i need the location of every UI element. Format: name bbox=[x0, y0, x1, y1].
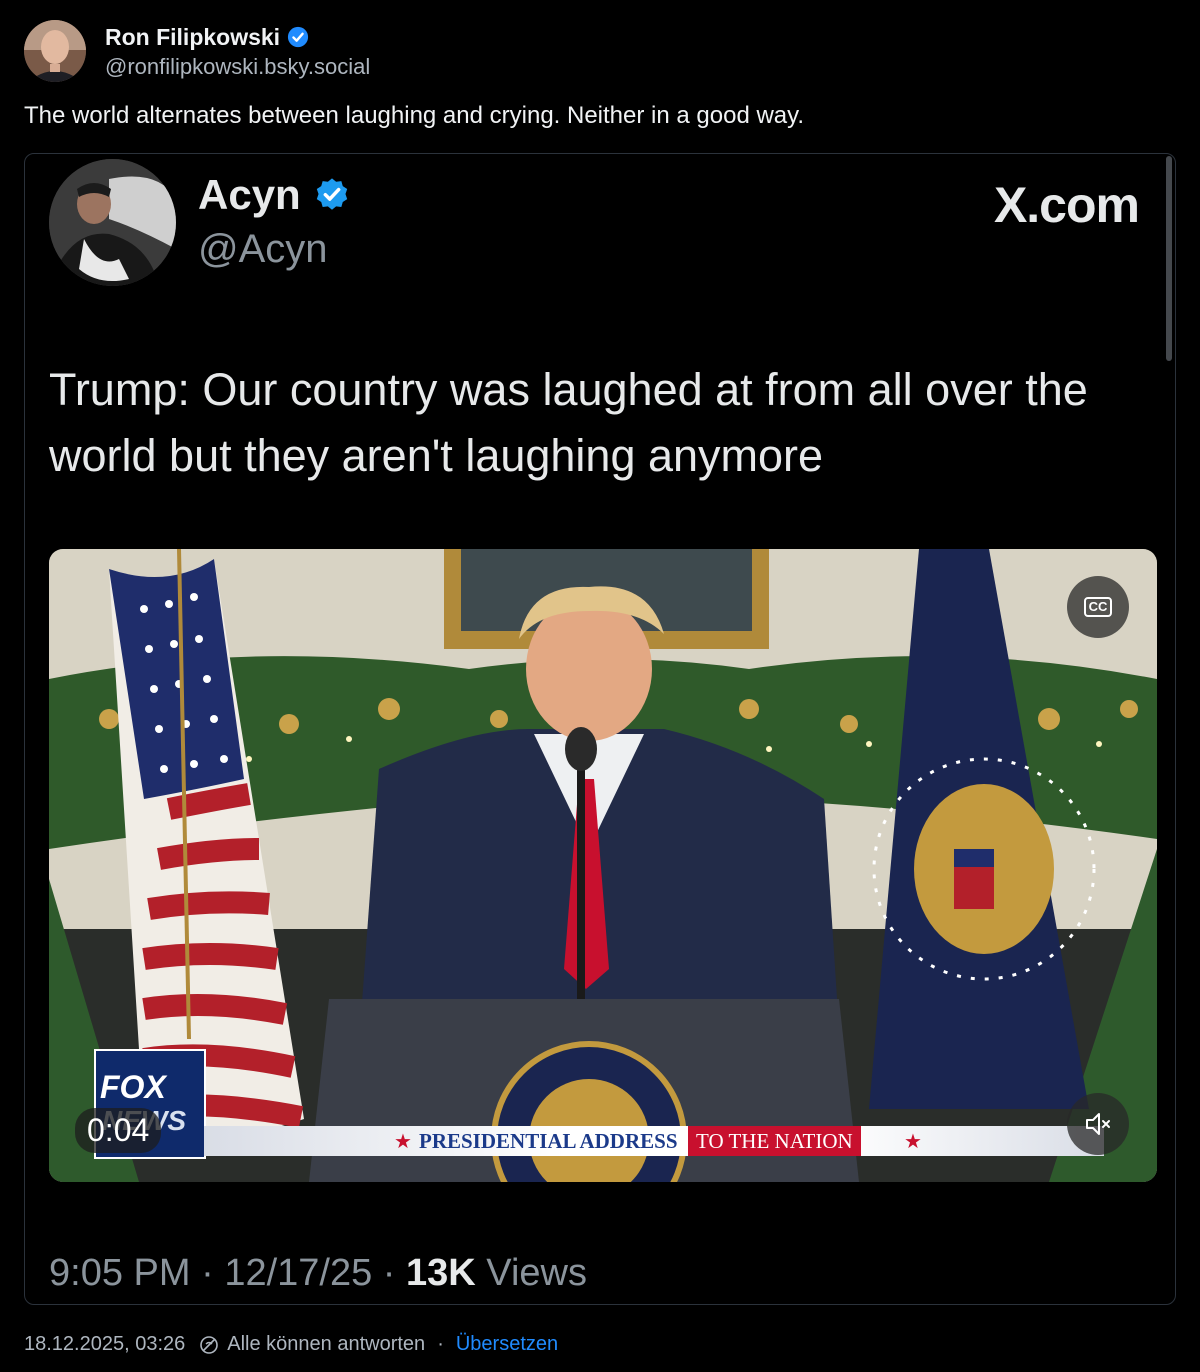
reply-setting[interactable]: Alle können antworten bbox=[227, 1333, 425, 1356]
x-com-logo: X.com bbox=[993, 177, 1140, 233]
embed-date: 12/17/25 bbox=[224, 1252, 373, 1294]
closed-captions-icon: CC bbox=[1083, 597, 1113, 617]
author-name[interactable]: Ron Filipkowski bbox=[105, 24, 280, 51]
verified-badge-icon bbox=[316, 178, 347, 210]
post-header: Ron Filipkowski @ronfilipkowski.bsky.soc… bbox=[24, 20, 370, 82]
embed-author-handle: @Acyn bbox=[198, 227, 328, 271]
post-footer: 18.12.2025, 03:26 Alle können antworten … bbox=[24, 1333, 558, 1356]
chyron-star: ★ bbox=[394, 1131, 412, 1153]
video-player[interactable]: FOX NEWS ★ PRESIDENTIAL ADDRESS TO THE N… bbox=[49, 549, 1157, 1182]
scrollbar-thumb[interactable] bbox=[1166, 156, 1172, 361]
author-handle[interactable]: @ronfilipkowski.bsky.social bbox=[105, 54, 370, 80]
mute-button[interactable] bbox=[1067, 1093, 1129, 1155]
chyron-subtitle: TO THE NATION bbox=[696, 1129, 853, 1153]
embed-time: 9:05 PM bbox=[49, 1252, 191, 1294]
embed-meta: 9:05 PM · 12/17/25 · 13K Views bbox=[49, 1252, 587, 1294]
news-chyron: ★ PRESIDENTIAL ADDRESS TO THE NATION ★ bbox=[204, 1126, 1104, 1156]
embed-tweet-text: Trump: Our country was laughed at from a… bbox=[49, 364, 1088, 481]
post-timestamp[interactable]: 18.12.2025, 03:26 bbox=[24, 1333, 185, 1356]
author-avatar[interactable] bbox=[24, 20, 86, 82]
video-frame bbox=[49, 549, 1157, 1182]
verified-badge-icon bbox=[287, 26, 309, 48]
post-text: The world alternates between laughing an… bbox=[24, 102, 805, 129]
embed-author-name: Acyn bbox=[198, 171, 301, 218]
no-restrictions-icon bbox=[200, 1335, 219, 1354]
translate-link[interactable]: Übersetzen bbox=[456, 1333, 558, 1356]
embed-avatar bbox=[49, 159, 176, 286]
closed-captions-button[interactable]: CC bbox=[1067, 576, 1129, 638]
embed-views-label: Views bbox=[486, 1252, 587, 1294]
muted-speaker-icon bbox=[1086, 1113, 1110, 1135]
separator: · bbox=[437, 1333, 444, 1355]
chyron-star: ★ bbox=[904, 1131, 922, 1153]
embed-views-count: 13K bbox=[406, 1252, 476, 1294]
video-time: 0:04 bbox=[75, 1108, 162, 1153]
embedded-image[interactable]: Acyn @Acyn X.com Trump: Our country was … bbox=[24, 153, 1176, 1305]
chyron-title: PRESIDENTIAL ADDRESS bbox=[419, 1129, 678, 1153]
